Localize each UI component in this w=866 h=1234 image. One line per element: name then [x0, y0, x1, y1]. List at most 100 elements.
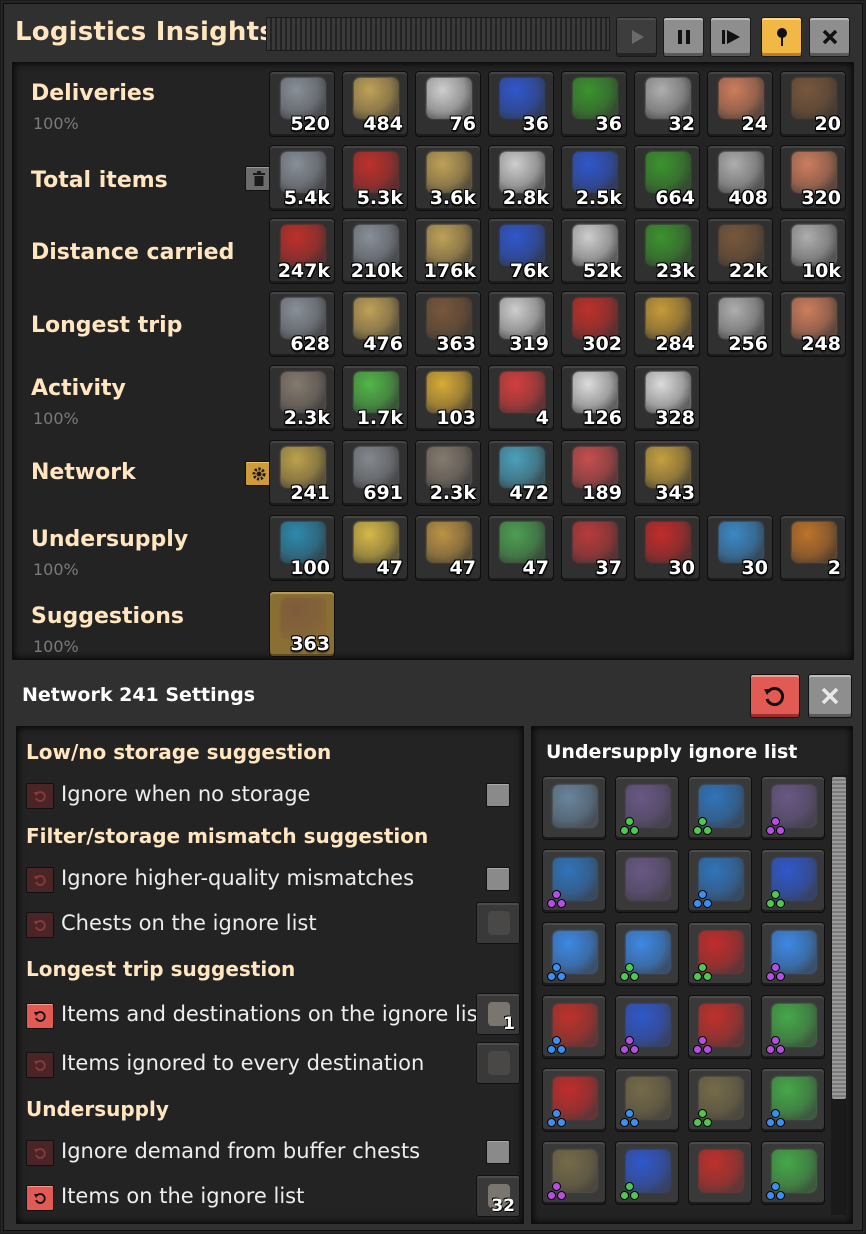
undersupply-item-slot[interactable]: 30 [634, 515, 700, 581]
ignore-list-item[interactable] [688, 922, 752, 986]
deliveries-item-slot[interactable]: 36 [561, 71, 627, 137]
undersupply-item-slot[interactable]: 100 [269, 515, 335, 581]
deliveries-item-slot[interactable]: 20 [780, 71, 846, 137]
undersupply-item-slot[interactable]: 2 [780, 515, 846, 581]
ignore-list-item[interactable] [761, 922, 825, 986]
drag-handle[interactable] [266, 17, 610, 51]
pause-button[interactable] [663, 17, 704, 57]
ignore-list-item[interactable] [761, 995, 825, 1059]
deliveries-item-slot[interactable]: 32 [634, 71, 700, 137]
step-button[interactable] [710, 17, 751, 57]
ignore-list-item[interactable] [615, 849, 679, 913]
close-settings-button[interactable] [808, 674, 852, 718]
ignore-list-item[interactable] [688, 849, 752, 913]
activity-item-slot[interactable]: 328 [634, 365, 700, 431]
undersupply-item-slot[interactable]: 47 [415, 515, 481, 581]
undersupply-item-slot[interactable]: 47 [488, 515, 554, 581]
scrollbar[interactable] [831, 775, 847, 1215]
distance-item-slot[interactable]: 210k [342, 218, 408, 284]
option-checkbox[interactable] [486, 783, 510, 807]
distance-item-slot[interactable]: 176k [415, 218, 481, 284]
longest-item-slot[interactable]: 476 [342, 291, 408, 357]
ignore-list-item[interactable] [615, 995, 679, 1059]
activity-item-slot[interactable]: 126 [561, 365, 627, 431]
total-item-slot[interactable]: 664 [634, 145, 700, 211]
distance-item-slot[interactable]: 76k [488, 218, 554, 284]
ignore-list-item[interactable] [761, 849, 825, 913]
option-reset-button[interactable] [26, 1052, 54, 1078]
activity-item-slot[interactable]: 1.7k [342, 365, 408, 431]
ignore-list-item[interactable] [761, 1141, 825, 1205]
ignore-list-slot-button[interactable]: 32 [476, 1175, 520, 1217]
distance-item-slot[interactable]: 22k [707, 218, 773, 284]
option-checkbox[interactable] [486, 1140, 510, 1164]
distance-item-slot[interactable]: 52k [561, 218, 627, 284]
option-reset-button[interactable] [26, 867, 54, 893]
total-item-slot[interactable]: 2.8k [488, 145, 554, 211]
ignore-list-item[interactable] [542, 776, 606, 840]
ignore-list-item[interactable] [688, 1068, 752, 1132]
total-item-slot[interactable]: 3.6k [415, 145, 481, 211]
distance-item-slot[interactable]: 10k [780, 218, 846, 284]
activity-item-slot[interactable]: 4 [488, 365, 554, 431]
network-item-slot[interactable]: 189 [561, 440, 627, 506]
ignore-list-item[interactable] [761, 1068, 825, 1132]
network-item-slot[interactable]: 472 [488, 440, 554, 506]
ignore-list-slot-button[interactable] [476, 1042, 520, 1084]
deliveries-item-slot[interactable]: 76 [415, 71, 481, 137]
total-item-slot[interactable]: 320 [780, 145, 846, 211]
ignore-list-item[interactable] [542, 1141, 606, 1205]
ignore-list-item[interactable] [615, 1141, 679, 1205]
close-button[interactable] [809, 17, 850, 57]
option-reset-button[interactable] [26, 1003, 54, 1029]
longest-item-slot[interactable]: 302 [561, 291, 627, 357]
play-button[interactable] [616, 17, 657, 57]
network-item-slot[interactable]: 241 [269, 440, 335, 506]
ignore-list-item[interactable] [542, 849, 606, 913]
option-reset-button[interactable] [26, 783, 54, 809]
total-item-slot[interactable]: 5.4k [269, 145, 335, 211]
total-item-slot[interactable]: 408 [707, 145, 773, 211]
longest-item-slot[interactable]: 256 [707, 291, 773, 357]
longest-item-slot[interactable]: 363 [415, 291, 481, 357]
deliveries-item-slot[interactable]: 24 [707, 71, 773, 137]
ignore-list-item[interactable] [761, 776, 825, 840]
reset-settings-button[interactable] [750, 674, 800, 718]
longest-item-slot[interactable]: 284 [634, 291, 700, 357]
ignore-list-item[interactable] [615, 922, 679, 986]
ignore-list-item[interactable] [615, 1068, 679, 1132]
network-item-slot[interactable]: 2.3k [415, 440, 481, 506]
ignore-list-item[interactable] [688, 776, 752, 840]
longest-item-slot[interactable]: 628 [269, 291, 335, 357]
undersupply-item-slot[interactable]: 30 [707, 515, 773, 581]
activity-item-slot[interactable]: 103 [415, 365, 481, 431]
ignore-list-item[interactable] [542, 1068, 606, 1132]
ignore-list-item[interactable] [542, 922, 606, 986]
deliveries-item-slot[interactable]: 520 [269, 71, 335, 137]
ignore-list-slot-button[interactable] [476, 902, 520, 944]
clear-totals-button[interactable] [245, 166, 272, 191]
option-reset-button[interactable] [26, 912, 54, 938]
undersupply-item-slot[interactable]: 47 [342, 515, 408, 581]
scrollbar-thumb[interactable] [832, 777, 846, 1099]
ignore-list-item[interactable] [688, 995, 752, 1059]
suggestions-item-slot[interactable]: 363 [269, 591, 335, 657]
option-checkbox[interactable] [486, 867, 510, 891]
activity-item-slot[interactable]: 2.3k [269, 365, 335, 431]
network-item-slot[interactable]: 343 [634, 440, 700, 506]
network-settings-button[interactable] [245, 461, 272, 486]
pin-button[interactable] [761, 17, 802, 57]
total-item-slot[interactable]: 5.3k [342, 145, 408, 211]
ignore-list-item[interactable] [688, 1141, 752, 1205]
longest-item-slot[interactable]: 248 [780, 291, 846, 357]
ignore-list-item[interactable] [542, 995, 606, 1059]
deliveries-item-slot[interactable]: 484 [342, 71, 408, 137]
option-reset-button[interactable] [26, 1140, 54, 1166]
total-item-slot[interactable]: 2.5k [561, 145, 627, 211]
distance-item-slot[interactable]: 247k [269, 218, 335, 284]
ignore-list-item[interactable] [615, 776, 679, 840]
network-item-slot[interactable]: 691 [342, 440, 408, 506]
distance-item-slot[interactable]: 23k [634, 218, 700, 284]
deliveries-item-slot[interactable]: 36 [488, 71, 554, 137]
ignore-list-slot-button[interactable]: 1 [476, 993, 520, 1035]
